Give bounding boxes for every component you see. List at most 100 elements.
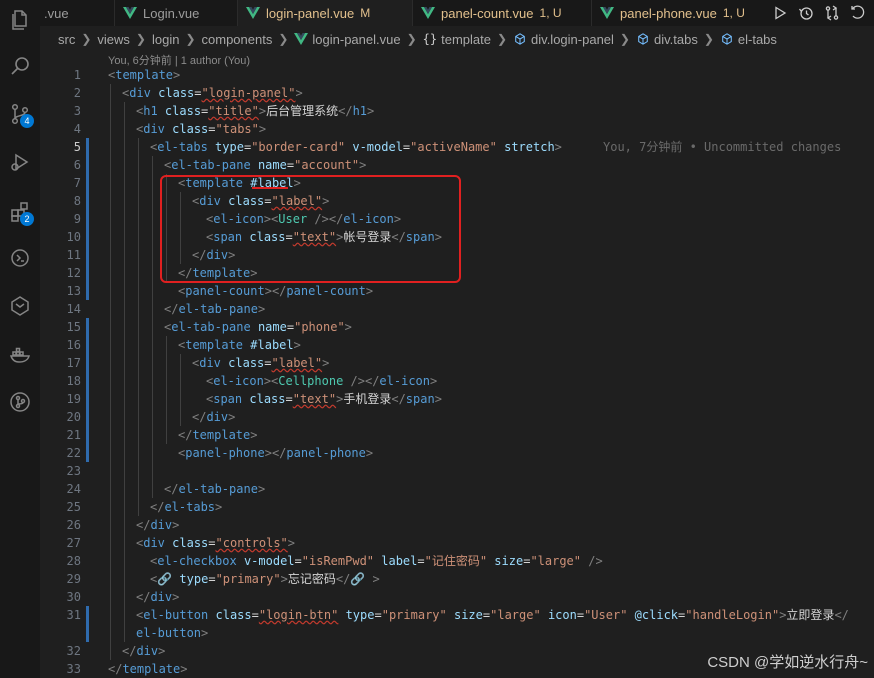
tab-panel-phone-vue[interactable]: panel-phone.vue 1, U — [592, 0, 773, 26]
line-number: 17 — [66, 356, 81, 370]
tag-name: panel-count — [286, 284, 366, 298]
run-debug-icon[interactable] — [6, 148, 34, 176]
attr-value: "account" — [294, 158, 360, 172]
line-number: 19 — [66, 392, 81, 406]
attr-value: "controls" — [215, 536, 288, 550]
attr-value: "primary" — [381, 608, 447, 622]
code-line: 27 <div class="controls"> — [40, 534, 874, 552]
run-icon[interactable] — [772, 5, 788, 21]
line-number: 10 — [66, 230, 81, 244]
tag-name: span — [405, 392, 435, 406]
underline-annotation — [252, 187, 288, 189]
inline-blame: You, 7分钟前 • Uncommitted changes — [603, 140, 842, 154]
line-number: 6 — [73, 158, 81, 172]
slot-name: #label — [250, 338, 294, 352]
code-line: 31 <el-button class="login-btn" type="pri… — [40, 606, 874, 624]
attr-name: v-model — [352, 140, 403, 154]
breadcrumb-item[interactable]: div.tabs — [654, 32, 698, 47]
source-control-icon[interactable]: 4 — [6, 100, 34, 128]
line-number: 12 — [66, 266, 81, 280]
source-control-badge: 4 — [20, 114, 34, 128]
tag-name: div — [206, 410, 229, 424]
breadcrumb-item[interactable]: div.login-panel — [531, 32, 614, 47]
line-number: 26 — [66, 518, 81, 532]
extensions-badge: 2 — [20, 212, 34, 226]
breadcrumb-item[interactable]: template — [441, 32, 491, 47]
tag-name: div — [143, 536, 165, 550]
line-number: 32 — [66, 644, 81, 658]
line-number: 31 — [66, 608, 81, 622]
line-number: 25 — [66, 500, 81, 514]
breadcrumb-item[interactable]: src — [58, 32, 75, 47]
code-line: 29 <🔗 type="primary">忘记密码</🔗 > — [40, 570, 874, 588]
watermark: CSDN @学如逆水行舟~ — [707, 654, 868, 671]
link-glyph-icon: 🔗 — [350, 572, 366, 586]
breadcrumb-item[interactable]: views — [97, 32, 130, 47]
line-number: 1 — [73, 68, 81, 82]
line-number: 2 — [73, 86, 81, 100]
attr-name: class — [228, 356, 265, 370]
tag-name: h1 — [352, 104, 368, 118]
breadcrumb-item[interactable]: login — [152, 32, 179, 47]
code-line: 1 <template> — [40, 66, 874, 84]
docker-icon[interactable] — [6, 340, 34, 368]
code-line: 2 <div class="login-panel"> — [40, 84, 874, 102]
tab-vue-partial[interactable]: .vue — [40, 0, 115, 26]
tag-name: template — [185, 338, 244, 352]
tab-status: 1, U — [722, 6, 745, 20]
tag-name: template — [115, 68, 174, 82]
tab-panel-count-vue[interactable]: panel-count.vue 1, U — [413, 0, 592, 26]
attr-value: "记住密码" — [424, 554, 488, 568]
tag-name: el-checkbox — [157, 554, 237, 568]
breadcrumb-item[interactable]: login-panel.vue — [312, 32, 400, 47]
line-number: 13 — [66, 284, 81, 298]
attr-value: "User" — [584, 608, 628, 622]
vue-file-icon — [123, 7, 137, 19]
tag-name: h1 — [143, 104, 158, 118]
code-line: 6 <el-tab-pane name="account"> — [40, 156, 874, 174]
attr-name: class — [215, 608, 252, 622]
attr-name: size — [494, 554, 524, 568]
highlight-annotation-box — [160, 175, 461, 283]
code-line: 18 <el-icon><Cellphone /></el-icon> — [40, 372, 874, 390]
line-number: 23 — [66, 464, 81, 478]
git-graph-icon[interactable] — [6, 388, 34, 416]
text-content: 手机登录 — [343, 392, 392, 406]
line-number: 3 — [73, 104, 81, 118]
attr-value: "primary" — [215, 572, 281, 586]
attr-value: "login-panel" — [201, 86, 296, 100]
tab-login-vue[interactable]: Login.vue — [115, 0, 238, 26]
code-editor[interactable]: 1 <template> 2 <div class="login-panel"> 3… — [40, 66, 874, 678]
line-number: 29 — [66, 572, 81, 586]
attr-name: name — [257, 320, 287, 334]
code-line-current: 5 <el-tabs type="border-card" v-model="ac… — [40, 138, 874, 156]
search-icon[interactable] — [6, 52, 34, 80]
attr-name: class — [172, 122, 209, 136]
braces-icon: {} — [422, 32, 438, 46]
tab-label: .vue — [44, 5, 69, 21]
attr-name: @click — [634, 608, 679, 622]
explorer-icon[interactable] — [6, 6, 34, 34]
tab-label: panel-count.vue — [441, 5, 534, 21]
timeline-icon[interactable] — [798, 5, 814, 21]
compare-changes-icon[interactable] — [824, 5, 840, 21]
extensions-icon[interactable]: 2 — [6, 198, 34, 226]
text-content: 忘记密码 — [287, 572, 336, 586]
tag-name: div — [136, 644, 159, 658]
code-line: 20 </div> — [40, 408, 874, 426]
tag-name: el-button — [136, 626, 202, 640]
chevron-right-icon: ❯ — [619, 32, 630, 46]
attr-name: stretch — [504, 140, 555, 154]
element-cube-icon — [722, 33, 732, 45]
tag-name: el-tabs — [164, 500, 216, 514]
tab-login-panel-vue[interactable]: login-panel.vue M — [238, 0, 413, 26]
tag-name: span — [213, 392, 243, 406]
gitlens-icon[interactable] — [6, 292, 34, 320]
tag-name: div — [150, 590, 173, 604]
tab-label: panel-phone.vue — [620, 5, 717, 21]
breadcrumb-item[interactable]: components — [202, 32, 273, 47]
remote-icon[interactable] — [6, 244, 34, 272]
breadcrumb-item[interactable]: el-tabs — [738, 32, 777, 47]
revert-icon[interactable] — [850, 5, 866, 21]
attr-value: "handleLogin" — [685, 608, 780, 622]
